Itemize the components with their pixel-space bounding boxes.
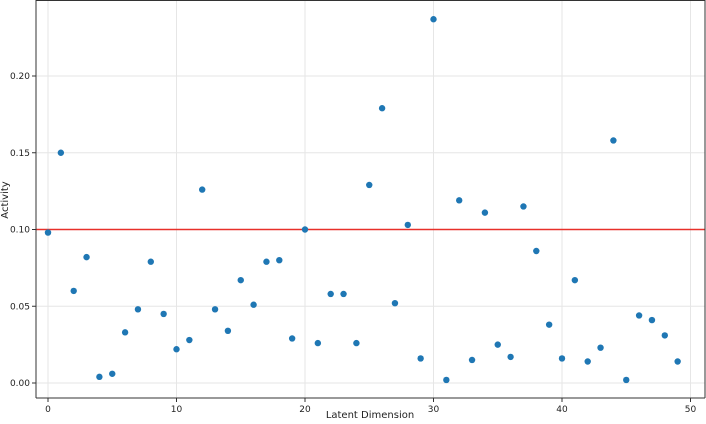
data-point: [211, 306, 219, 313]
x-tick-label: 10: [171, 405, 183, 415]
y-tick-label: 0.10: [10, 226, 30, 236]
data-point: [186, 336, 193, 344]
data-point: [468, 356, 476, 364]
data-point: [83, 253, 90, 261]
data-point: [584, 358, 591, 365]
data-point: [417, 355, 424, 362]
data-point: [353, 339, 360, 347]
data-point: [558, 355, 566, 362]
y-tick-label: 0.05: [10, 302, 30, 312]
data-point: [674, 358, 681, 365]
data-point: [520, 203, 527, 210]
data-point: [481, 209, 489, 216]
data-point: [96, 373, 103, 381]
data-point: [276, 257, 283, 264]
data-point: [173, 346, 180, 353]
data-point: [545, 321, 553, 328]
data-point: [571, 276, 579, 284]
data-point: [366, 181, 373, 189]
y-tick-label: 0.20: [10, 72, 30, 82]
x-tick-label: 0: [45, 405, 51, 415]
scatter-chart: 0 10 20 30 40 50 0.00 0.05 0.10 0.15 0.20 Latent D…: [0, 0, 706, 421]
data-point: [147, 258, 154, 265]
grid: [36, 0, 705, 398]
x-tick-label: 40: [556, 405, 568, 415]
data-point: [263, 258, 270, 265]
data-point: [507, 353, 514, 361]
data-point: [430, 16, 437, 23]
data-point: [224, 327, 232, 335]
data-point: [250, 301, 257, 308]
data-point: [57, 149, 65, 156]
data-point: [237, 276, 244, 284]
data-point: [160, 310, 167, 318]
y-tick-label: 0.00: [10, 379, 30, 389]
data-point: [404, 221, 411, 229]
x-tick-label: 50: [685, 405, 697, 415]
data-point: [456, 197, 463, 204]
data-point: [288, 335, 296, 342]
data-point: [327, 290, 334, 298]
data-point: [533, 247, 540, 255]
axes: 0 10 20 30 40 50 0.00 0.05 0.10 0.15 0.20: [10, 0, 706, 415]
data-point: [391, 299, 399, 307]
data-point: [597, 344, 604, 351]
data-point: [648, 316, 656, 324]
y-tick-label: 0.15: [10, 149, 30, 159]
x-axis-label: Latent Dimension: [326, 410, 414, 420]
data-point: [494, 341, 501, 348]
data-point: [314, 339, 322, 347]
data-points: [44, 16, 681, 384]
data-point: [443, 376, 450, 384]
data-point: [635, 312, 643, 319]
data-point: [340, 290, 347, 298]
data-point: [623, 376, 630, 384]
y-axis-label: Activity: [0, 181, 11, 218]
data-point: [301, 226, 309, 233]
x-tick-label: 30: [428, 405, 440, 415]
data-point: [610, 137, 617, 144]
data-point: [378, 105, 386, 112]
data-point: [44, 229, 52, 236]
x-tick-label: 20: [299, 405, 311, 415]
data-point: [134, 306, 142, 313]
data-point: [109, 370, 116, 377]
data-point: [121, 329, 129, 336]
data-point: [661, 332, 668, 339]
data-point: [70, 287, 77, 295]
data-point: [199, 186, 206, 193]
